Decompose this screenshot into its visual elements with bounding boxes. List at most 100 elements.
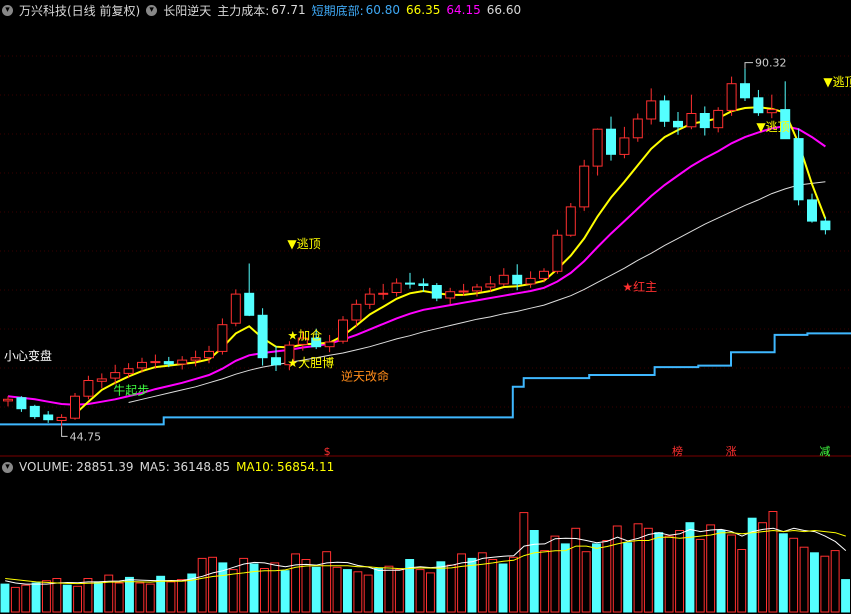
volume-bar xyxy=(239,557,249,613)
event-marker: 减 xyxy=(819,445,830,458)
candle-body xyxy=(579,165,590,208)
volume-bar xyxy=(208,556,218,613)
candle-body xyxy=(257,314,268,359)
event-marker: 涨 xyxy=(726,445,737,458)
ma-line-1 xyxy=(7,125,826,406)
volume-bar xyxy=(176,579,186,613)
volume-bar xyxy=(664,535,674,613)
volume-bar xyxy=(716,530,726,613)
volume-bar xyxy=(550,535,560,613)
price-grid xyxy=(0,55,851,408)
stock-chart[interactable]: 90.32 44.75 小心变盘 ▼逃顶 ★加仓 ★大胆博逆天改命牛起步 ★红主 ▼逃顶 ▼逃顶… xyxy=(0,0,851,614)
candle-body xyxy=(150,361,161,364)
volume-bar xyxy=(332,566,342,613)
volume-bar xyxy=(62,584,72,613)
volume-bar xyxy=(706,524,716,613)
candle-body xyxy=(110,372,121,379)
candle-body xyxy=(807,199,817,222)
candle-body xyxy=(391,282,402,294)
volume-bar xyxy=(540,550,550,613)
candle-body xyxy=(418,283,429,286)
candle-body xyxy=(137,361,147,369)
volume-bar xyxy=(789,537,799,613)
candle-body xyxy=(485,283,496,288)
volume-bar xyxy=(799,546,809,613)
volume-bar xyxy=(560,543,570,613)
candle-body xyxy=(498,274,509,285)
volume-bar xyxy=(145,583,155,613)
candle-body xyxy=(619,137,630,155)
volume-bar xyxy=(42,580,51,613)
candle-body xyxy=(686,113,697,128)
candle-body xyxy=(646,100,657,120)
candle-body xyxy=(351,303,362,321)
candle-body xyxy=(163,361,174,365)
candle-body xyxy=(766,109,777,114)
max-pointer xyxy=(744,62,753,69)
volume-bar xyxy=(488,559,498,613)
candle-body xyxy=(606,128,616,155)
volume-bar xyxy=(571,527,581,613)
volume-bar xyxy=(166,581,176,613)
volume-bar xyxy=(21,584,31,613)
candle-body xyxy=(29,405,40,418)
volume-bar xyxy=(104,574,114,613)
volume-bar xyxy=(301,559,311,613)
volume-bar xyxy=(498,563,508,613)
annotation-label: ▼逃顶 xyxy=(823,75,851,89)
volume-bar xyxy=(114,582,124,613)
volume-bar xyxy=(727,534,736,613)
volume-bar xyxy=(778,533,788,613)
volume-bar xyxy=(93,581,103,613)
candle-body xyxy=(123,368,134,374)
short-bottom-line xyxy=(0,332,851,426)
candles xyxy=(3,68,831,427)
candle-body xyxy=(70,395,80,419)
volume-bar xyxy=(446,564,456,613)
candle-body xyxy=(525,277,536,285)
volume-bar xyxy=(311,566,321,613)
volume-bar xyxy=(280,570,290,613)
volume-bar xyxy=(623,542,633,613)
candle-body xyxy=(204,350,214,359)
volume-bar xyxy=(830,550,840,613)
volume-bar xyxy=(810,552,819,613)
candle-body xyxy=(713,109,724,129)
volume-bar xyxy=(841,579,850,613)
event-marker: $ xyxy=(324,445,331,458)
volume-bar xyxy=(519,512,529,613)
annotation-label: 牛起步 xyxy=(113,383,149,398)
candle-body xyxy=(458,290,469,293)
volume-bar xyxy=(31,582,41,613)
annotation-label: 逆天改命 xyxy=(341,369,389,384)
candle-body xyxy=(793,138,804,201)
candle-body xyxy=(338,319,348,342)
volume-bar xyxy=(685,522,695,613)
candle-body xyxy=(16,397,27,410)
candle-body xyxy=(592,128,603,167)
volume-bar xyxy=(581,551,591,613)
min-pointer xyxy=(61,426,68,437)
candle-body xyxy=(673,120,683,128)
candle-body xyxy=(190,357,201,361)
volume-bar xyxy=(394,569,404,613)
candle-body xyxy=(445,291,456,299)
candle-body xyxy=(552,234,563,272)
candle-body xyxy=(632,118,643,139)
candle-body xyxy=(431,285,442,299)
candle-body xyxy=(405,282,415,285)
min-price-label: 44.75 xyxy=(70,430,102,443)
candle-body xyxy=(378,292,389,295)
volume-bar xyxy=(509,556,518,613)
candle-body xyxy=(364,293,375,305)
volume-bar xyxy=(125,576,134,613)
volume-bar xyxy=(260,568,269,613)
annotation-label: 小心变盘 xyxy=(4,348,52,363)
candle-body xyxy=(230,293,241,324)
candle-body xyxy=(244,292,255,316)
candle-body xyxy=(659,100,670,122)
volume-bar xyxy=(363,574,373,613)
candle-body xyxy=(539,270,549,279)
annotation-label: ★红主 xyxy=(622,279,657,294)
volume-bar xyxy=(820,555,830,613)
